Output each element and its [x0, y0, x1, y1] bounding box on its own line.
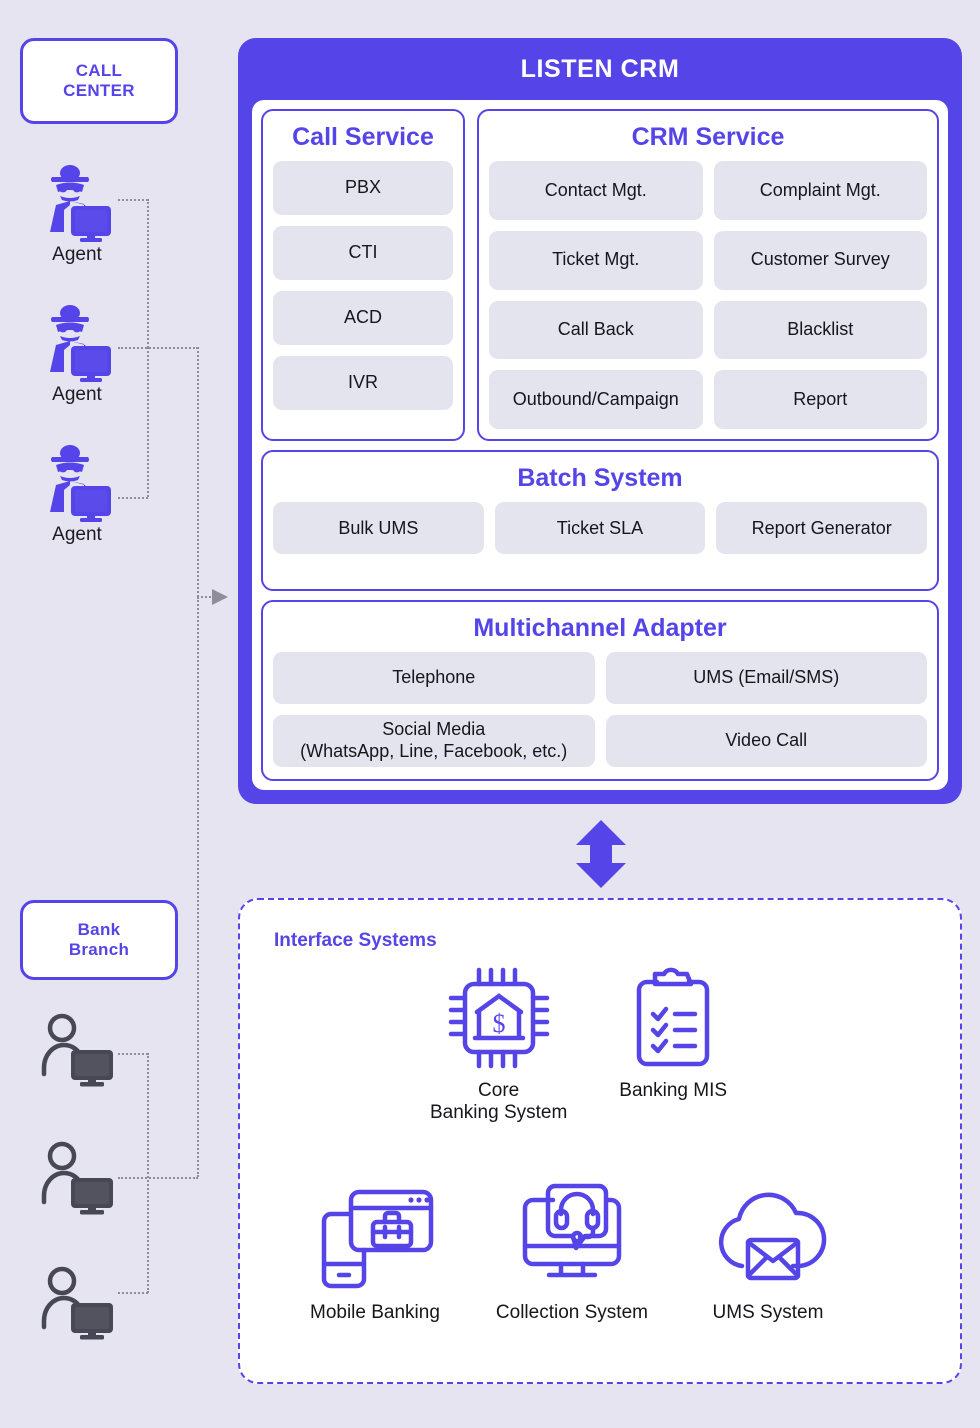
crm-service-card: CRM Service Contact Mgt. Complaint Mgt. … — [477, 109, 939, 442]
batch-system-items: Bulk UMS Ticket SLA Report Generator — [273, 502, 927, 555]
connector-agent-trunk-lower — [147, 347, 149, 497]
listen-crm-title: LISTEN CRM — [520, 54, 680, 83]
connector-branch1-horizontal — [118, 1053, 148, 1055]
interface-item-core-banking-system[interactable]: $ Core Banking System — [430, 962, 567, 1124]
double-headed-vertical-arrow-icon — [576, 820, 626, 888]
agent-detective-monitor-icon — [50, 445, 111, 522]
multichannel-item-ums[interactable]: UMS (Email/SMS) — [605, 652, 927, 704]
crm-inner-surface: Call Service PBX CTI ACD IVR CRM Service… — [252, 100, 948, 790]
connector-branch2-horizontal — [118, 1177, 198, 1179]
multichannel-item-social-media[interactable]: Social Media (WhatsApp, Line, Facebook, … — [273, 715, 595, 767]
multichannel-adapter-card: Multichannel Adapter Telephone UMS (Emai… — [261, 600, 939, 781]
agent-3-label: Agent — [52, 524, 102, 545]
call-service-title: Call Service — [292, 123, 434, 151]
branch-user-monitor-icon — [41, 1013, 113, 1087]
batch-system-item-report-generator[interactable]: Report Generator — [716, 502, 927, 555]
multichannel-item-video-call[interactable]: Video Call — [605, 715, 927, 767]
interface-item-collection-system[interactable]: Collection System — [496, 1180, 648, 1324]
interface-label-core-banking-system: Core Banking System — [430, 1080, 568, 1123]
batch-system-card: Batch System Bulk UMS Ticket SLA Report … — [261, 450, 939, 591]
agent-detective-monitor-icon — [50, 165, 111, 242]
call-service-items: PBX CTI ACD IVR — [273, 161, 453, 429]
diagram-canvas: CALL CENTER Agent Agent Agent Bank Branc… — [0, 0, 980, 1428]
branch-user-3 — [36, 1265, 118, 1341]
interface-label-mobile-banking: Mobile Banking — [310, 1302, 440, 1323]
crm-service-items: Contact Mgt. Complaint Mgt. Ticket Mgt. … — [489, 161, 927, 430]
branch-user-monitor-icon — [41, 1141, 113, 1215]
right-arrowhead-icon — [212, 589, 228, 605]
branch-user-2 — [36, 1140, 118, 1216]
crm-service-item-customer-survey[interactable]: Customer Survey — [713, 230, 927, 290]
connector-to-crm-arrow — [197, 596, 211, 598]
cpu-bank-chip-icon: $ — [448, 967, 549, 1069]
agent-3: Agent — [36, 440, 118, 546]
interface-item-mobile-banking[interactable]: Mobile Banking — [310, 1184, 440, 1324]
connector-agent1-horizontal — [118, 199, 148, 201]
batch-system-item-ticket-sla[interactable]: Ticket SLA — [494, 502, 706, 555]
crm-service-item-complaint-mgt[interactable]: Complaint Mgt. — [713, 161, 927, 220]
crm-service-item-ticket-mgt[interactable]: Ticket Mgt. — [489, 230, 703, 290]
connector-main-trunk — [197, 347, 199, 597]
bank-branch-box: Bank Branch — [20, 900, 178, 980]
branch-user-monitor-icon — [41, 1266, 113, 1340]
call-service-card: Call Service PBX CTI ACD IVR — [261, 109, 465, 442]
connector-agent-trunk-upper — [147, 199, 149, 348]
connector-agent3-horizontal — [118, 497, 148, 499]
multichannel-adapter-title: Multichannel Adapter — [473, 614, 727, 642]
clipboard-checklist-icon — [636, 967, 710, 1067]
monitor-headset-chat-icon — [522, 1183, 622, 1278]
call-center-label: CALL CENTER — [63, 60, 135, 100]
call-service-item-ivr[interactable]: IVR — [273, 356, 453, 410]
call-center-box: CALL CENTER — [20, 38, 178, 124]
interface-systems-panel: Interface Systems $ Core Banking System … — [238, 898, 962, 1384]
call-service-item-pbx[interactable]: PBX — [273, 161, 453, 215]
batch-system-title: Batch System — [517, 464, 683, 493]
crm-service-item-report[interactable]: Report — [713, 370, 927, 430]
interface-systems-row-2: Mobile Banking Collection System UMS Sys… — [310, 1180, 832, 1324]
interface-label-banking-mis: Banking MIS — [619, 1080, 728, 1101]
crm-service-item-outbound-campaign[interactable]: Outbound/Campaign — [489, 370, 703, 430]
crm-service-item-call-back[interactable]: Call Back — [489, 300, 703, 360]
agent-1-label: Agent — [52, 244, 102, 265]
crm-service-title: CRM Service — [631, 123, 785, 151]
interface-systems-row-1: $ Core Banking System Banking MIS — [430, 962, 727, 1124]
multichannel-item-telephone[interactable]: Telephone — [273, 652, 595, 704]
crm-service-item-contact-mgt[interactable]: Contact Mgt. — [489, 161, 703, 220]
interface-item-ums-system[interactable]: UMS System — [704, 1184, 832, 1324]
call-service-item-acd[interactable]: ACD — [273, 291, 453, 345]
bank-branch-label: Bank Branch — [68, 919, 130, 959]
branch-user-1 — [36, 1012, 118, 1088]
interface-label-collection-system: Collection System — [495, 1302, 648, 1323]
multichannel-adapter-items: Telephone UMS (Email/SMS) Social Media (… — [273, 652, 927, 767]
interface-item-banking-mis[interactable]: Banking MIS — [619, 962, 727, 1102]
connector-branch-trunk — [147, 1053, 149, 1293]
agent-2: Agent — [36, 300, 118, 406]
connector-agent2-horizontal — [118, 347, 198, 349]
cloud-envelope-icon — [718, 1192, 827, 1281]
connector-branch-main-trunk — [197, 597, 199, 1177]
listen-crm-panel: LISTEN CRM Call Service PBX CTI ACD IVR … — [238, 38, 962, 804]
call-service-item-cti[interactable]: CTI — [273, 226, 453, 280]
svg-text:$: $ — [492, 1009, 505, 1038]
mobile-browser-briefcase-icon — [321, 1189, 434, 1289]
agent-detective-monitor-icon — [50, 305, 111, 382]
services-row: Call Service PBX CTI ACD IVR CRM Service… — [261, 109, 939, 442]
connector-branch3-horizontal — [118, 1292, 148, 1294]
interface-systems-title: Interface Systems — [274, 930, 437, 951]
agent-1: Agent — [36, 160, 118, 266]
crm-service-item-blacklist[interactable]: Blacklist — [713, 300, 927, 360]
batch-system-item-bulk-ums[interactable]: Bulk UMS — [273, 502, 484, 555]
agent-2-label: Agent — [52, 384, 102, 405]
interface-label-ums-system: UMS System — [712, 1302, 824, 1323]
